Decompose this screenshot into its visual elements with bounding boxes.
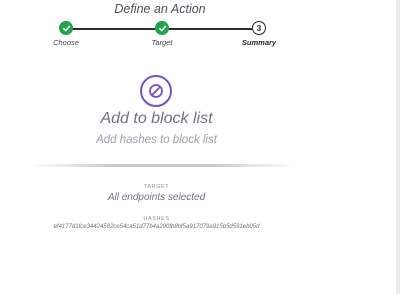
check-icon [155, 21, 169, 35]
action-subtitle: Add hashes to block list [96, 134, 217, 146]
step-label: Summary [241, 38, 277, 47]
action-summary-page: Define an Action Choose Target 3 Summary [0, 0, 400, 294]
block-icon [140, 75, 172, 107]
page-title: Define an Action [114, 2, 206, 16]
target-label: TARGET [143, 184, 170, 190]
step-label: Target [151, 38, 173, 47]
step-label: Choose [53, 38, 79, 47]
target-value: All endpoints selected [107, 192, 206, 203]
check-icon [59, 21, 73, 35]
step-summary: 3 Summary [229, 21, 289, 47]
divider [30, 164, 296, 167]
hashes-label: HASHES [143, 216, 170, 222]
step-choose[interactable]: Choose [36, 21, 96, 47]
step-target[interactable]: Target [132, 21, 192, 47]
action-title: Add to block list [100, 110, 213, 127]
step-number: 3 [252, 21, 266, 35]
scroll-edge [396, 0, 400, 294]
hashes-value: ef4177d1fce34424582ce54ca51d77b4a290fb8b… [53, 224, 260, 230]
progress-stepper: Choose Target 3 Summary [0, 21, 400, 51]
